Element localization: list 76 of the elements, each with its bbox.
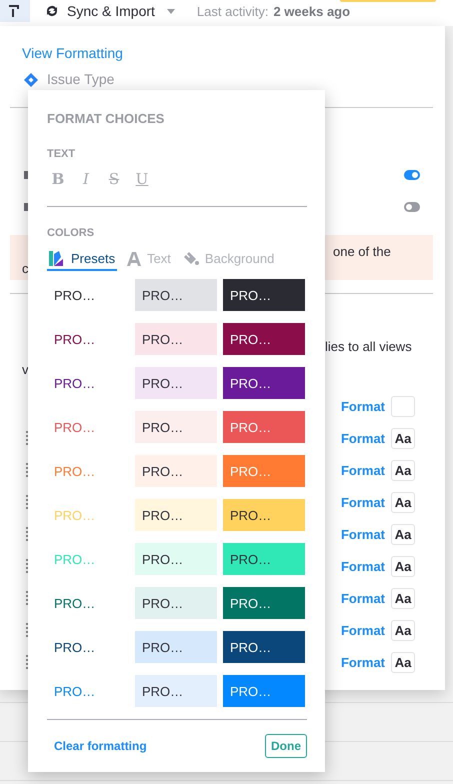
format-link[interactable]: Format xyxy=(340,558,385,574)
toggle-switch[interactable] xyxy=(404,170,420,180)
color-preset[interactable]: PRO… xyxy=(135,543,217,575)
format-sample: Aa xyxy=(391,524,415,544)
description-text: v xyxy=(22,362,28,378)
color-preset[interactable]: PRO… xyxy=(135,367,217,399)
format-link[interactable]: Format xyxy=(340,526,385,542)
popup-title: FORMAT CHOICES xyxy=(47,111,166,126)
color-preset[interactable]: PRO… xyxy=(135,631,217,663)
format-sample: Aa xyxy=(391,492,415,512)
sync-icon xyxy=(45,4,59,18)
text-style-button[interactable]: B xyxy=(50,170,66,188)
format-link[interactable]: Format xyxy=(340,622,385,638)
color-tab[interactable]: Background xyxy=(180,249,276,271)
swatch-icon xyxy=(49,251,65,266)
color-preset[interactable]: PRO… xyxy=(223,631,305,663)
text-style-button[interactable]: I xyxy=(78,170,94,188)
activity-value: 2 weeks ago xyxy=(273,4,350,18)
color-preset[interactable]: PRO… xyxy=(47,675,129,707)
clear-formatting-link[interactable]: Clear formatting xyxy=(54,739,147,753)
color-preset[interactable]: PRO… xyxy=(135,411,217,443)
color-preset[interactable]: PRO… xyxy=(135,279,217,311)
sync-import-menu[interactable]: Sync & Import xyxy=(67,3,155,19)
color-preset[interactable]: PRO… xyxy=(47,367,129,399)
color-preset[interactable]: PRO… xyxy=(47,455,129,487)
format-link[interactable]: Format xyxy=(340,494,385,510)
color-preset[interactable]: PRO… xyxy=(135,675,217,707)
format-link[interactable]: Format xyxy=(340,398,385,414)
color-preset[interactable]: PRO… xyxy=(223,587,305,619)
view-formatting-link[interactable]: View Formatting xyxy=(22,45,445,62)
color-preset[interactable]: PRO… xyxy=(47,279,129,311)
color-preset[interactable]: PRO… xyxy=(135,323,217,355)
section-heading: COLORS xyxy=(47,227,96,240)
description-text: lies to all views xyxy=(325,339,412,355)
color-preset[interactable]: PRO… xyxy=(135,499,217,531)
paint-bucket-icon xyxy=(182,252,199,266)
color-preset[interactable]: PRO… xyxy=(223,675,305,707)
field-name: Issue Type xyxy=(47,71,114,88)
format-sample: Aa xyxy=(391,652,415,672)
color-preset[interactable]: PRO… xyxy=(135,455,217,487)
color-preset[interactable]: PRO… xyxy=(223,279,305,311)
color-tab[interactable]: Presets xyxy=(47,249,118,271)
color-tab[interactable]: Text xyxy=(125,249,173,271)
notice-text: one of the xyxy=(333,244,391,260)
section-heading: TEXT xyxy=(47,148,76,161)
notice-text: c xyxy=(22,261,28,277)
format-sample: Aa xyxy=(391,620,415,640)
format-sample: Aa xyxy=(391,588,415,608)
format-sample: Aa xyxy=(391,460,415,480)
text-style-button[interactable]: U xyxy=(134,170,150,188)
color-preset[interactable]: PRO… xyxy=(223,367,305,399)
color-preset[interactable]: PRO… xyxy=(223,323,305,355)
format-sample: Aa xyxy=(391,556,415,576)
format-link[interactable]: Format xyxy=(340,590,385,606)
format-sample xyxy=(391,396,415,416)
diamond-icon xyxy=(24,72,38,86)
text-style-button[interactable]: S xyxy=(106,170,122,188)
color-preset[interactable]: PRO… xyxy=(135,587,217,619)
letter-a-icon xyxy=(127,252,142,266)
color-preset[interactable]: PRO… xyxy=(223,499,305,531)
toggle-switch[interactable] xyxy=(404,202,420,212)
color-preset[interactable]: PRO… xyxy=(47,587,129,619)
caret-icon[interactable] xyxy=(166,8,175,14)
color-preset[interactable]: PRO… xyxy=(47,411,129,443)
format-sample: Aa xyxy=(391,428,415,448)
color-preset[interactable]: PRO… xyxy=(223,543,305,575)
format-link[interactable]: Format xyxy=(340,462,385,478)
activity-label: Last activity: xyxy=(196,4,268,18)
format-link[interactable]: Format xyxy=(340,654,385,670)
color-preset[interactable]: PRO… xyxy=(223,455,305,487)
done-button[interactable]: Done xyxy=(265,734,307,758)
color-preset[interactable]: PRO… xyxy=(223,411,305,443)
color-preset[interactable]: PRO… xyxy=(47,631,129,663)
color-preset[interactable]: PRO… xyxy=(47,323,129,355)
paint-roller-button[interactable] xyxy=(0,0,30,22)
format-link[interactable]: Format xyxy=(340,430,385,446)
